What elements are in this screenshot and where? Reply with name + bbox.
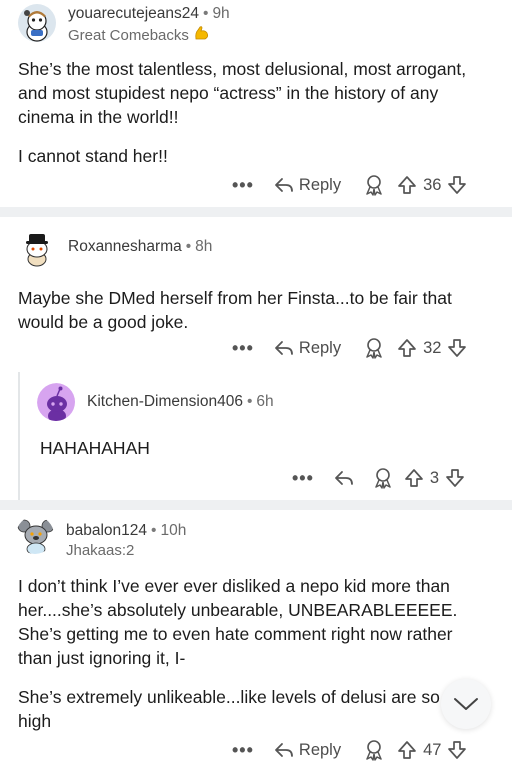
comment-username[interactable]: Roxannesharma [68, 238, 182, 255]
vote-count: 47 [423, 740, 442, 759]
user-avatar[interactable] [18, 229, 56, 267]
award-icon [366, 338, 382, 359]
comment-paragraph: I don’t think I’ve ever ever disliked a … [18, 576, 458, 668]
more-options-button[interactable]: ••• [232, 175, 254, 196]
reply-arrow-icon [275, 341, 293, 355]
award-icon [366, 175, 382, 196]
downvote-button[interactable] [447, 740, 467, 760]
award-button[interactable] [372, 467, 394, 489]
meta-separator: • [185, 238, 192, 255]
upvote-arrow-icon [405, 469, 423, 487]
user-flair: Great Comebacks [68, 24, 230, 48]
comment-body: Maybe she DMed herself from her Finsta..… [18, 286, 488, 334]
comment-divider [0, 207, 512, 217]
reply-button[interactable]: Reply [274, 339, 341, 358]
upvote-button[interactable] [397, 740, 417, 760]
comment-actions: ••• Reply 36 [232, 174, 467, 196]
award-button[interactable] [363, 174, 385, 196]
flair-text: Great Comebacks [68, 27, 189, 44]
reply-arrow-icon [275, 743, 293, 757]
comment-timestamp: 6h [256, 393, 274, 410]
upvote-button[interactable] [397, 338, 417, 358]
comment-paragraph: She’s extremely unlikeable...like levels… [18, 687, 440, 731]
award-button[interactable] [363, 739, 385, 761]
comment-actions: ••• Reply 32 [232, 337, 467, 359]
more-options-button[interactable]: ••• [232, 740, 254, 761]
more-options-button[interactable]: ••• [292, 468, 314, 489]
vote-count: 36 [423, 175, 442, 194]
reply-arrow-icon [275, 178, 293, 192]
meta-separator: • [246, 393, 253, 410]
comment-youarecutejeans24: youarecutejeans24 • 9h Great Comebacks She… [0, 0, 512, 207]
comment-actions: ••• Reply 47 [232, 739, 467, 761]
reply-button[interactable]: Reply [274, 741, 341, 760]
downvote-arrow-icon [448, 339, 467, 357]
user-avatar[interactable] [37, 383, 75, 421]
thread-line[interactable] [18, 372, 20, 500]
user-avatar[interactable] [16, 516, 54, 554]
comment-roxannesharma: Roxannesharma • 8h Maybe she DMed herself … [0, 217, 512, 500]
expand-button[interactable] [441, 679, 491, 729]
reply-label: Reply [298, 175, 342, 194]
award-icon [375, 468, 391, 489]
upvote-button[interactable] [397, 175, 417, 195]
more-options-button[interactable]: ••• [232, 338, 254, 359]
user-flair: Jhakaas:2 [66, 541, 186, 561]
flexed-biceps-icon [193, 24, 211, 48]
comment-body: I don’t think I’ve ever ever disliked a … [18, 574, 488, 733]
comment-paragraph: HAHAHAHAH [40, 438, 150, 458]
vote-count: 3 [429, 468, 440, 487]
comment-body: She’s the most talentless, most delusion… [18, 57, 488, 168]
comment-timestamp: 8h [195, 238, 213, 255]
reply-label: Reply [298, 338, 342, 357]
upvote-arrow-icon [398, 741, 416, 759]
comment-divider [0, 500, 512, 510]
reply-button[interactable] [334, 469, 354, 487]
nested-reply-header: Kitchen-Dimension406 • 6h [37, 383, 274, 421]
reply-button[interactable]: Reply [274, 176, 341, 195]
comment-username[interactable]: babalon124 [66, 522, 147, 539]
upvote-button[interactable] [404, 468, 424, 488]
upvote-arrow-icon [398, 339, 416, 357]
comment-timestamp: 10h [160, 522, 187, 539]
downvote-arrow-icon [446, 469, 464, 487]
comment-username[interactable]: youarecutejeans24 [68, 5, 199, 22]
meta-separator: • [203, 5, 209, 22]
user-avatar[interactable] [18, 4, 56, 42]
comment-username[interactable]: Kitchen-Dimension406 [87, 393, 243, 410]
downvote-button[interactable] [445, 468, 465, 488]
comment-paragraph: I cannot stand her!! [18, 146, 168, 166]
comment-paragraph: Maybe she DMed herself from her Finsta..… [18, 288, 452, 332]
award-icon [366, 740, 382, 761]
downvote-button[interactable] [447, 338, 467, 358]
reply-label: Reply [298, 740, 342, 759]
downvote-arrow-icon [448, 176, 467, 194]
comment-body: HAHAHAHAH [40, 436, 480, 460]
downvote-arrow-icon [448, 741, 467, 759]
award-button[interactable] [363, 337, 385, 359]
comment-babalon124: babalon124 • 10h Jhakaas:2 I don’t think I… [0, 510, 512, 771]
upvote-arrow-icon [398, 176, 416, 194]
comment-paragraph: She’s the most talentless, most delusion… [18, 59, 467, 127]
vote-count: 32 [423, 338, 442, 357]
reply-arrow-icon [335, 471, 353, 485]
comment-timestamp: 9h [212, 5, 230, 22]
comment-actions: ••• 3 [292, 467, 465, 489]
meta-separator: • [151, 522, 157, 539]
downvote-button[interactable] [447, 175, 467, 195]
chevron-down-icon [454, 698, 478, 710]
flair-text: Jhakaas:2 [66, 542, 135, 559]
